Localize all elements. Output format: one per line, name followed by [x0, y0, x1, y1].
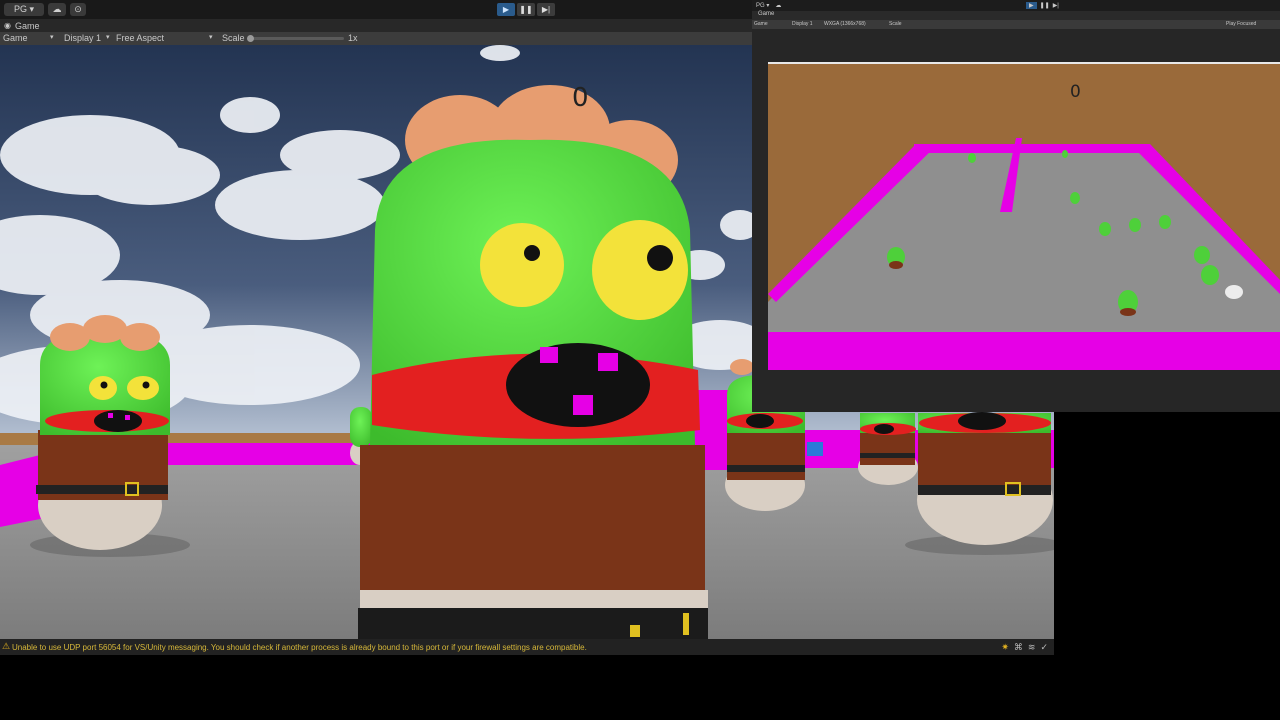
scale-label: Scale	[222, 33, 245, 43]
play-button[interactable]: ▶	[497, 3, 515, 16]
collab-icon[interactable]: ⊙	[70, 3, 86, 16]
magenta-wall-back	[914, 144, 1150, 153]
scale-label: Scale	[889, 21, 902, 27]
main-toolbar: PG ▾ ☁ ⊙	[0, 0, 752, 19]
mode-dropdown[interactable]: Game	[3, 33, 28, 43]
warning-icon: ⚠	[2, 641, 11, 651]
play-button[interactable]: ▶	[1026, 2, 1037, 9]
magenta-wall-back	[160, 443, 370, 465]
aspect-dropdown[interactable]: Free Aspect	[116, 33, 164, 43]
game-tab-bar: ◉ Game	[0, 19, 752, 32]
blue-block	[807, 442, 823, 456]
game-view-controls: Game ▾ Display 1 ▾ Free Aspect ▾ Scale 1…	[0, 32, 752, 45]
resolution-dropdown[interactable]: WXGA (1366x768)	[824, 21, 866, 27]
chevron-down-icon: ▾	[106, 34, 110, 41]
second-account-dropdown[interactable]: PG ▾	[756, 2, 769, 9]
display-dropdown[interactable]: Display 1	[792, 21, 813, 27]
second-game-controls: Game Display 1 WXGA (1366x768) Scale Pla…	[752, 20, 1280, 29]
status-message: Unable to use UDP port 56054 for VS/Unit…	[12, 642, 587, 652]
zombie-right-2	[858, 413, 918, 485]
second-game-viewport[interactable]: 0	[768, 62, 1280, 370]
tab-game[interactable]: Game	[758, 11, 774, 17]
cloud-icon[interactable]: ☁	[48, 3, 66, 16]
pause-button[interactable]: ❚❚	[517, 3, 535, 16]
status-icons: ✷ ⌘ ≋ ✓	[1001, 642, 1048, 653]
mode-dropdown[interactable]: Game	[754, 21, 768, 27]
scale-slider[interactable]	[249, 37, 344, 40]
second-editor-window: PG ▾ ☁ ▶ ❚❚ ▶| Game Game Display 1 WXGA …	[752, 0, 1280, 412]
tab-game[interactable]: Game	[15, 21, 40, 31]
second-toolbar: PG ▾ ☁ ▶ ❚❚ ▶|	[752, 0, 1280, 11]
magenta-wall-front	[768, 332, 1280, 370]
unity-editor: PG ▾ ☁ ⊙ ▶ ❚❚ ▶| ◉ Game Game ▾ Display 1…	[0, 0, 1280, 720]
pause-button[interactable]: ❚❚	[1040, 2, 1050, 9]
step-button[interactable]: ▶|	[537, 3, 555, 16]
display-dropdown[interactable]: Display 1	[64, 33, 101, 43]
chevron-down-icon: ▾	[209, 34, 213, 41]
account-dropdown[interactable]: PG ▾	[4, 3, 44, 16]
layers-icon[interactable]: ≋	[1028, 642, 1036, 653]
bug-icon[interactable]: ✷	[1001, 642, 1009, 653]
second-play-controls: ▶ ❚❚ ▶|	[1026, 2, 1059, 9]
top-down-scene	[768, 62, 1280, 370]
account-label: PG ▾	[13, 4, 35, 14]
game-view-icon: ◉	[4, 21, 11, 30]
scale-slider-handle[interactable]	[247, 35, 254, 42]
play-controls: ▶ ❚❚ ▶|	[497, 3, 555, 16]
console-status-bar[interactable]: ⚠ Unable to use UDP port 56054 for VS/Un…	[0, 639, 1054, 655]
check-icon[interactable]: ✓	[1040, 642, 1048, 653]
step-button[interactable]: ▶|	[1053, 2, 1059, 9]
scale-value: 1x	[348, 33, 358, 43]
score-counter: 0	[572, 83, 589, 113]
network-icon[interactable]: ⌘	[1014, 642, 1023, 653]
second-tab-bar: Game	[752, 11, 1280, 20]
zombie-foreground	[358, 85, 708, 639]
second-score-counter: 0	[1070, 82, 1081, 102]
chevron-down-icon: ▾	[50, 34, 54, 41]
play-focus-dropdown[interactable]: Play Focused	[1226, 21, 1256, 27]
cloud-icon[interactable]: ☁	[775, 2, 781, 9]
